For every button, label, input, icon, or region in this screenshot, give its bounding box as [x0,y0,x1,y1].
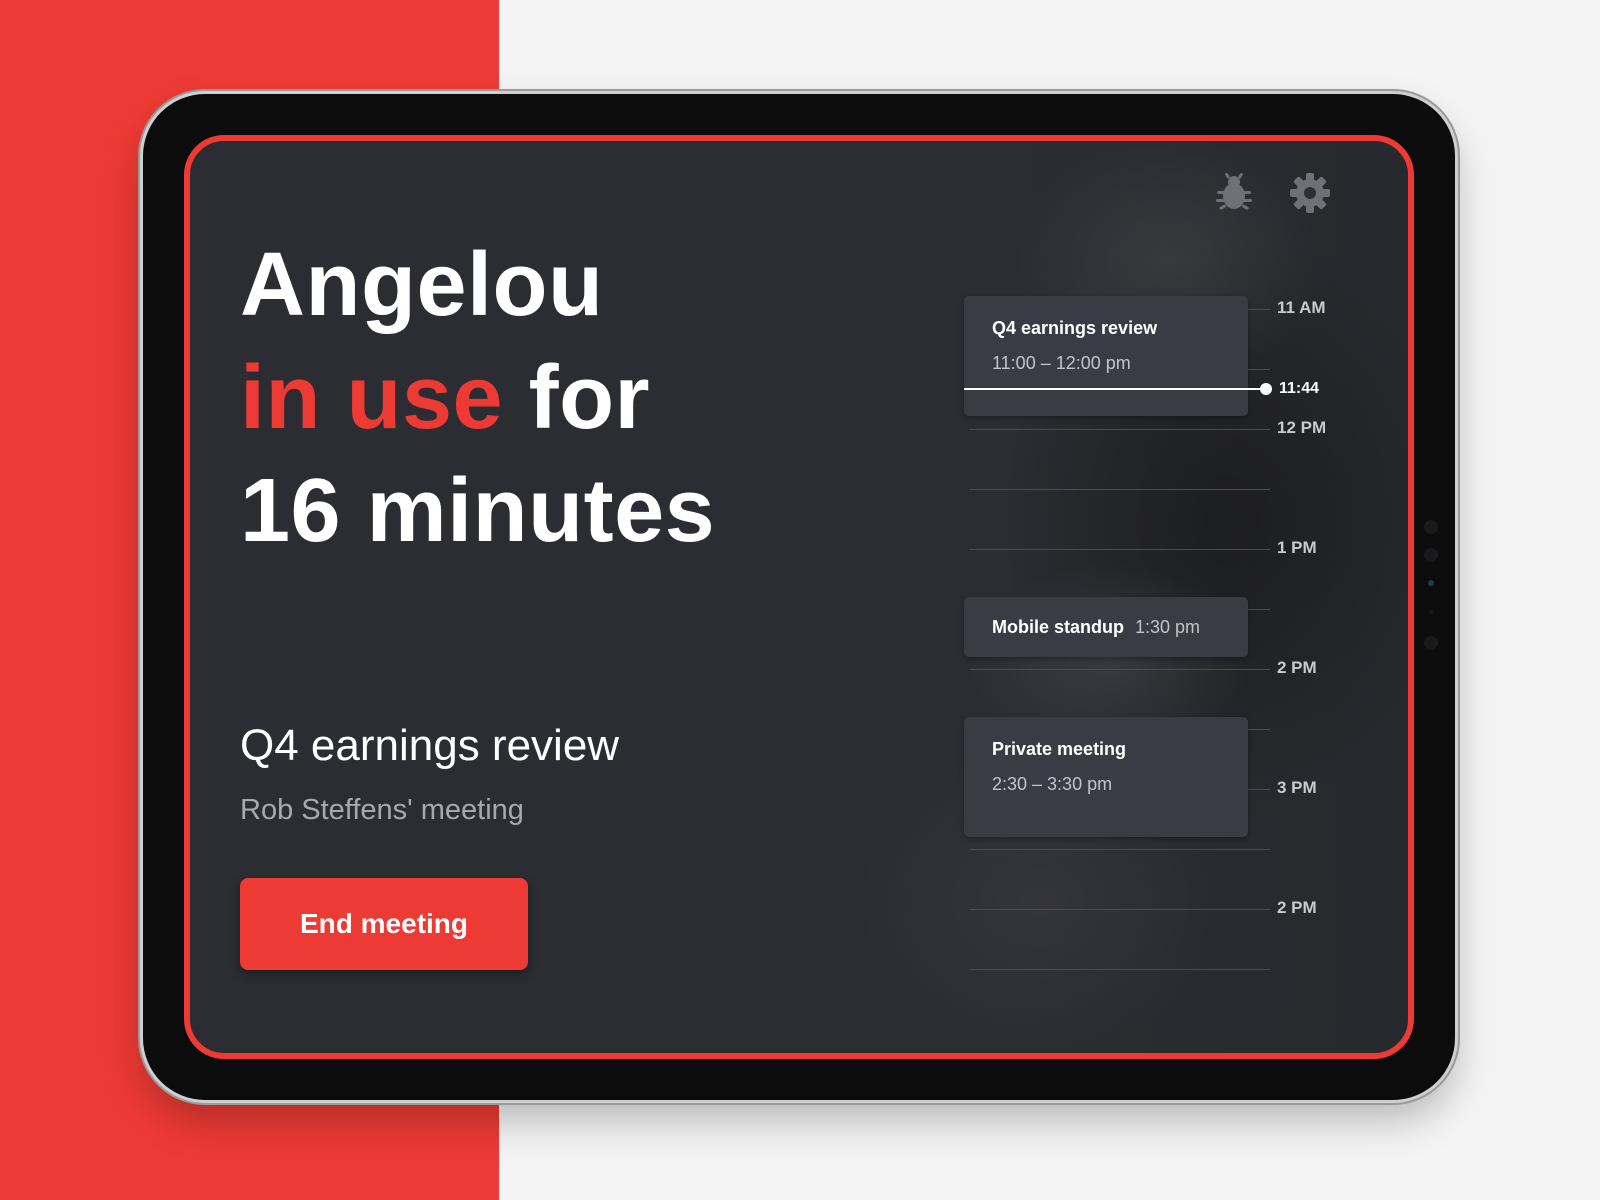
room-status-headline: Angelou in use for 16 minutes [240,229,715,568]
current-time-indicator [964,388,1260,390]
event-time: 1:30 pm [1135,616,1201,637]
event-card-q4-earnings[interactable]: Q4 earnings review 11:00 – 12:00 pm [964,296,1248,416]
usage-duration: 16 minutes [240,461,716,561]
event-card-mobile-standup[interactable]: Mobile standup 1:30 pm [964,597,1248,657]
event-time: 2:30 – 3:30 pm [992,774,1113,794]
timeline-gridline [970,969,1270,970]
hour-label: 3 PM [1277,778,1317,797]
event-card-private-meeting[interactable]: Private meeting 2:30 – 3:30 pm [964,717,1248,837]
current-meeting-title: Q4 earnings review [240,721,620,770]
status-highlight: in use [240,348,504,448]
bug-icon[interactable] [1212,171,1256,215]
room-name: Angelou [240,235,604,335]
hour-label: 2 PM [1277,658,1317,677]
timeline-gridline [970,669,1270,670]
timeline-gridline [970,489,1270,490]
hour-label: 1 PM [1277,538,1317,557]
current-time-dot [1260,383,1272,395]
timeline-gridline [970,909,1270,910]
gear-icon[interactable] [1288,171,1332,215]
status-suffix: for [528,348,651,448]
timeline-gridline [970,549,1270,550]
hour-label: 2 PM [1277,898,1317,917]
event-time: 11:00 – 12:00 pm [992,353,1131,373]
tablet-side-sensors [1418,520,1448,680]
timeline-gridline [970,429,1270,430]
event-title: Private meeting [992,739,1127,759]
timeline-gridline [970,849,1270,850]
schedule-timeline: 11 AM 12 PM 1 PM 2 PM 3 PM 2 PM Q4 earni… [964,291,1370,991]
event-title: Q4 earnings review [992,318,1158,338]
end-meeting-button[interactable]: End meeting [240,878,528,970]
hour-label: 11 AM [1277,298,1326,317]
room-display-screen: Angelou in use for 16 minutes Q4 earning… [184,135,1414,1059]
hour-label: 12 PM [1277,418,1327,437]
current-meeting-owner: Rob Steffens' meeting [240,794,524,826]
event-title: Mobile standup [992,616,1124,637]
current-time-label: 11:44 [1279,380,1320,397]
